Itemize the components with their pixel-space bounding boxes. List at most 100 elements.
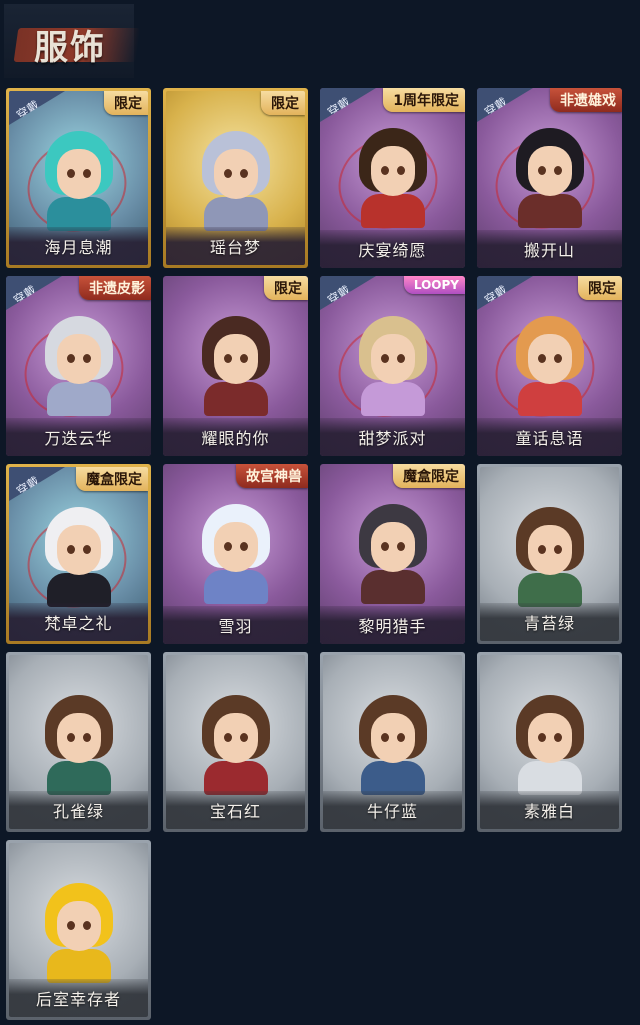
portrait-eye [396, 733, 405, 742]
costume-card[interactable]: 穿戴 限定 海月息潮 [6, 88, 151, 268]
costume-nameplate: 孔雀绿 [9, 791, 148, 829]
card-background: 穿戴 LOOPY 甜梦派对 [320, 276, 465, 456]
portrait-eye [380, 542, 389, 551]
costume-name: 梵卓之礼 [44, 614, 113, 633]
costume-nameplate: 甜梦派对 [320, 418, 465, 456]
portrait-outfit [46, 382, 111, 416]
character-portrait [194, 500, 278, 604]
card-background: 限定 耀眼的你 [163, 276, 308, 456]
portrait-face [56, 334, 101, 384]
character-portrait [508, 312, 592, 416]
costume-card[interactable]: 穿戴 1周年限定 庆宴绮愿 [320, 88, 465, 268]
character-portrait [37, 879, 121, 983]
portrait-outfit [517, 382, 582, 416]
card-background: 穿戴 1周年限定 庆宴绮愿 [320, 88, 465, 268]
portrait-outfit [46, 949, 111, 983]
card-background: 青苔绿 [480, 467, 619, 641]
costume-nameplate: 海月息潮 [9, 227, 148, 265]
limited-tag: 限定 [261, 91, 305, 115]
portrait-outfit [517, 194, 582, 228]
equipped-badge-label: 穿戴 [325, 282, 353, 308]
limited-tag: 非遗雄戏 [550, 88, 622, 112]
character-portrait [508, 691, 592, 795]
portrait-face [370, 146, 415, 196]
costume-name: 搬开山 [523, 241, 575, 260]
costume-grid: 穿戴 限定 海月息潮 限定 瑶台梦 穿戴 1周年限定 庆宴绮愿 穿戴 非遗雄戏 搬开山 穿戴 非遗皮影万… [6, 88, 622, 1020]
costume-nameplate: 素雅白 [480, 791, 619, 829]
limited-tag: 魔盒限定 [76, 467, 148, 491]
costume-card[interactable]: 素雅白 [477, 652, 622, 832]
costume-nameplate: 万迭云华 [6, 418, 151, 456]
costume-name: 甜梦派对 [358, 429, 427, 448]
portrait-eye [223, 169, 232, 178]
costume-card[interactable]: 限定 耀眼的你 [163, 276, 308, 456]
costume-card[interactable]: 宝石红 [163, 652, 308, 832]
portrait-eye [82, 921, 91, 930]
costume-card[interactable]: 限定瑶台梦 [163, 88, 308, 268]
costume-card[interactable]: 故宫神兽雪羽 [163, 464, 308, 644]
equipped-badge: 穿戴 [477, 276, 533, 310]
portrait-face [527, 525, 572, 575]
costume-name: 雪羽 [218, 617, 253, 636]
costume-nameplate: 梵卓之礼 [9, 603, 148, 641]
equipped-badge: 穿戴 [6, 276, 62, 310]
portrait-eye [396, 166, 405, 175]
limited-tag: LOOPY [403, 276, 465, 294]
costume-nameplate: 瑶台梦 [166, 227, 305, 265]
portrait-eye [82, 545, 91, 554]
portrait-face [213, 713, 258, 763]
character-portrait [37, 312, 121, 416]
costume-name: 万迭云华 [44, 429, 113, 448]
character-portrait [351, 691, 435, 795]
costume-name: 海月息潮 [44, 238, 113, 257]
portrait-eye [239, 169, 248, 178]
portrait-face [213, 334, 258, 384]
character-portrait [37, 503, 121, 607]
costume-card[interactable]: 牛仔蓝 [320, 652, 465, 832]
costume-card[interactable]: 后室幸存者 [6, 840, 151, 1020]
equipped-badge-label: 穿戴 [11, 282, 39, 308]
costume-card[interactable]: 穿戴 非遗雄戏 搬开山 [477, 88, 622, 268]
costume-name: 庆宴绮愿 [358, 241, 427, 260]
costume-name: 童话息语 [515, 429, 584, 448]
costume-nameplate: 宝石红 [166, 791, 305, 829]
costume-name: 瑶台梦 [209, 238, 261, 257]
portrait-eye [239, 542, 248, 551]
equipped-badge-label: 穿戴 [325, 94, 353, 120]
character-portrait [351, 124, 435, 228]
portrait-eye [396, 354, 405, 363]
character-portrait [194, 312, 278, 416]
card-background: 魔盒限定 黎明猎手 [320, 464, 465, 644]
portrait-outfit [360, 761, 425, 795]
card-background: 牛仔蓝 [323, 655, 462, 829]
costume-nameplate: 搬开山 [477, 230, 622, 268]
portrait-outfit [46, 197, 111, 231]
costume-card[interactable]: 穿戴 限定童话息语 [477, 276, 622, 456]
equipped-badge: 穿戴 [320, 276, 376, 310]
costume-name: 黎明猎手 [358, 617, 427, 636]
costume-nameplate: 耀眼的你 [163, 418, 308, 456]
equipped-badge: 穿戴 [320, 88, 376, 122]
portrait-eye [66, 733, 75, 742]
costume-card[interactable]: 穿戴 非遗皮影 万迭云华 [6, 276, 151, 456]
costume-card[interactable]: 穿戴 LOOPY 甜梦派对 [320, 276, 465, 456]
costume-card[interactable]: 魔盒限定 黎明猎手 [320, 464, 465, 644]
limited-tag: 故宫神兽 [236, 464, 308, 488]
page-title: 服饰 [34, 28, 106, 68]
portrait-eye [380, 354, 389, 363]
limited-tag: 限定 [578, 276, 622, 300]
costume-card[interactable]: 穿戴 魔盒限定梵卓之礼 [6, 464, 151, 644]
portrait-outfit [203, 382, 268, 416]
costume-card[interactable]: 青苔绿 [477, 464, 622, 644]
costume-nameplate: 牛仔蓝 [323, 791, 462, 829]
costume-name: 宝石红 [209, 802, 261, 821]
equipped-badge-label: 穿戴 [14, 473, 42, 499]
costume-card[interactable]: 孔雀绿 [6, 652, 151, 832]
portrait-eye [223, 354, 232, 363]
portrait-eye [82, 733, 91, 742]
portrait-eye [82, 354, 91, 363]
portrait-eye [66, 921, 75, 930]
portrait-face [527, 713, 572, 763]
portrait-eye [66, 169, 75, 178]
portrait-eye [553, 166, 562, 175]
